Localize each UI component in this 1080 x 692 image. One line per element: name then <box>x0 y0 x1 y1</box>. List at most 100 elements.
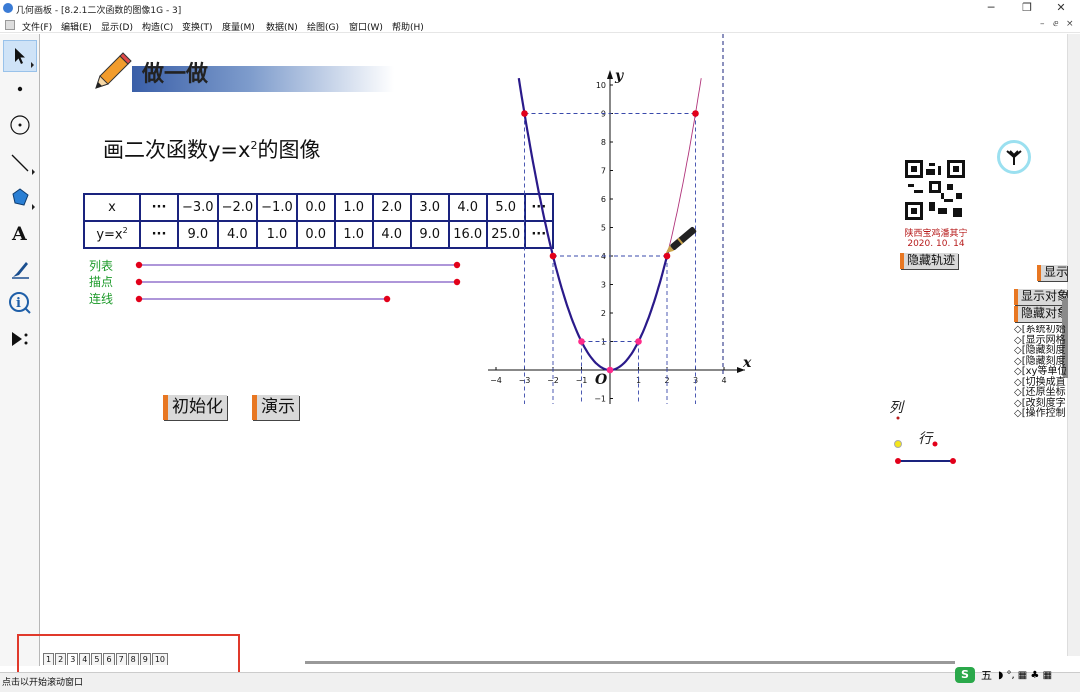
vertical-scrollbar[interactable] <box>1067 34 1080 656</box>
table-cell: 9.0 <box>177 220 219 249</box>
action-item[interactable]: ◇[操作控制 <box>1014 408 1066 420</box>
table-cell: 9.0 <box>409 220 450 249</box>
slider-start-point <box>135 295 143 303</box>
logo-icon <box>1006 150 1022 165</box>
action-item[interactable]: ◇[隐藏刻度 <box>1014 345 1066 357</box>
ime-icons[interactable]: ◗ °, ▦ ♣ ▦ <box>998 670 1052 681</box>
menu-edit[interactable]: 编辑(E) <box>61 20 92 33</box>
menu-window[interactable]: 窗口(W) <box>349 20 383 33</box>
pen-icon <box>665 226 697 254</box>
action-item[interactable]: ◇[还原坐标 <box>1014 387 1066 399</box>
selection-arrow-tool[interactable] <box>3 40 37 72</box>
table-cell: 4.0 <box>216 220 259 249</box>
y-tick-label: 4 <box>601 252 606 261</box>
info-icon: i <box>9 292 31 314</box>
title-bar: 几何画板 - [8.2.1二次函数的图像1G - 3] ─ ❐ ✕ <box>0 0 1080 17</box>
slider-handle[interactable] <box>383 295 391 303</box>
show-button[interactable]: 显示 <box>1037 265 1067 281</box>
svg-text:A: A <box>11 223 27 244</box>
y-tick-label: −1 <box>594 395 606 404</box>
menu-help[interactable]: 帮助(H) <box>392 20 424 33</box>
pen-icon <box>12 262 29 279</box>
table-cell: 3.0 <box>409 193 450 222</box>
author-stamp: 陕西宝鸡潘其宁 2020. 10. 14 <box>896 229 976 249</box>
highlight-box <box>17 634 240 677</box>
menu-bar: 文件(F) 编辑(E) 显示(D) 构造(C) 变换(T) 度量(M) 数据(N… <box>0 17 1080 33</box>
init-button[interactable]: 初始化 <box>163 395 227 420</box>
ime-logo-icon[interactable]: S <box>955 667 975 683</box>
slider-group[interactable] <box>130 256 470 306</box>
menu-measure[interactable]: 度量(M) <box>222 20 255 33</box>
polygon-tool[interactable] <box>3 181 37 213</box>
y-tick-label: 6 <box>601 195 606 204</box>
parabola-graph[interactable]: −4−3−2−1123410987654321−1xyO <box>480 34 755 434</box>
menu-transform[interactable]: 变换(T) <box>182 20 213 33</box>
action-item[interactable]: ◇[系统初始 <box>1014 325 1066 336</box>
row-point[interactable] <box>932 441 938 447</box>
y-tick-label: 7 <box>601 167 606 176</box>
y-tick-label: 2 <box>601 309 606 318</box>
horizontal-scrollbar[interactable] <box>305 661 955 664</box>
ellipsis-cell: ··· <box>139 220 179 249</box>
restore-button[interactable]: ❐ <box>1012 1 1042 15</box>
y-tick-label: 3 <box>601 281 606 290</box>
segment-end-point[interactable] <box>950 458 956 464</box>
segment-start-point[interactable] <box>895 458 901 464</box>
show-objects-button[interactable]: 显示对象 <box>1014 289 1067 305</box>
point-tool[interactable] <box>3 73 37 105</box>
table-cell: −1.0 <box>256 193 298 222</box>
marker-tool[interactable] <box>3 253 37 285</box>
status-bar: 点击以开始滚动窗口 <box>0 672 1080 692</box>
mdi-restore-button[interactable]: ⅇ <box>1053 19 1059 29</box>
slider-label-connect: 连线 <box>89 292 114 306</box>
menu-display[interactable]: 显示(D) <box>101 20 133 33</box>
demo-button[interactable]: 演示 <box>252 395 299 420</box>
grid-line-x4 <box>722 34 724 374</box>
pencil-icon <box>95 52 132 89</box>
minimize-button[interactable]: ─ <box>976 1 1006 15</box>
hide-objects-button[interactable]: 隐藏对象 <box>1014 306 1067 322</box>
table-cell: −2.0 <box>216 193 259 222</box>
ime-toolbar[interactable]: S 五 ◗ °, ▦ ♣ ▦ <box>955 665 1052 685</box>
menu-graph[interactable]: 绘图(G) <box>307 20 339 33</box>
table-cell: −3.0 <box>177 193 219 222</box>
table-cell: 0.0 <box>295 193 336 222</box>
row-label-x: x <box>83 193 141 222</box>
menu-data[interactable]: 数据(N) <box>266 20 298 33</box>
plot-point <box>521 110 528 117</box>
arrow-cursor-icon <box>15 48 25 64</box>
table-cell: 1.0 <box>333 193 374 222</box>
x-axis-label: x <box>742 355 752 371</box>
plot-point <box>635 338 642 345</box>
table-cell: 0.0 <box>295 220 336 249</box>
author-date: 2020. 10. 14 <box>907 239 965 249</box>
action-item[interactable]: ◇[xy等单位 <box>1014 366 1066 378</box>
slider-label-plot: 描点 <box>89 275 114 289</box>
slider-handle[interactable] <box>453 261 461 269</box>
document-icon <box>5 20 15 30</box>
menu-construct[interactable]: 构造(C) <box>142 20 173 33</box>
row-column-control[interactable] <box>890 412 965 470</box>
mdi-minimize-button[interactable]: – <box>1040 19 1045 29</box>
y-tick-label: 10 <box>596 81 606 90</box>
qr-code-image <box>905 160 965 220</box>
slider-handle[interactable] <box>453 278 461 286</box>
plot-point <box>578 338 585 345</box>
y-axis-label: y <box>614 68 624 84</box>
compass-tool[interactable] <box>3 109 37 141</box>
slider-label-list: 列表 <box>89 259 114 273</box>
hide-trace-button[interactable]: 隐藏轨迹 <box>900 253 959 269</box>
row-label-y: y=x2 <box>83 220 141 249</box>
ime-mode[interactable]: 五 <box>981 667 992 683</box>
y-tick-label: 8 <box>601 138 606 147</box>
menu-file[interactable]: 文件(F) <box>22 20 52 33</box>
y-axis-arrow <box>607 70 613 79</box>
custom-tools[interactable] <box>3 323 37 355</box>
column-point[interactable] <box>896 416 900 420</box>
information-tool[interactable]: i <box>3 287 37 319</box>
close-button[interactable]: ✕ <box>1046 1 1076 15</box>
straightedge-tool[interactable] <box>3 146 37 178</box>
mdi-close-button[interactable]: × <box>1066 19 1074 29</box>
yellow-point[interactable] <box>894 440 902 448</box>
text-tool[interactable]: A <box>3 217 37 249</box>
